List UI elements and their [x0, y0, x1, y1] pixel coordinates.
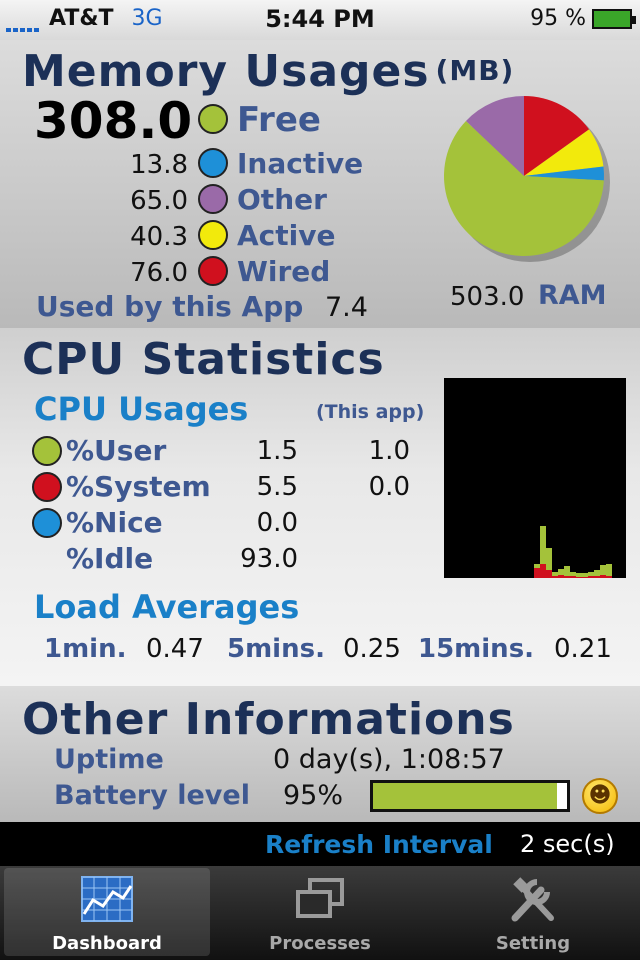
memory-row-value: 65.0 [130, 186, 188, 216]
windows-icon [296, 878, 344, 918]
free-color-dot [198, 104, 228, 134]
cpu-graph-system-bar [540, 564, 546, 578]
cpu-row-app-value: 0.0 [368, 472, 410, 502]
cpu-title: CPU Statistics [22, 334, 385, 385]
cpu-graph-user-bar [588, 572, 594, 576]
cpu-graph-system-bar [588, 576, 594, 578]
cpu-graph-user-bar [552, 572, 558, 576]
used-by-app-label: Used by this App [36, 290, 304, 323]
cpu-graph-user-bar [534, 564, 540, 568]
cpu-graph-user-bar [564, 566, 570, 576]
cpu-row-color-dot [32, 472, 62, 502]
cpu-row-label: %User [66, 434, 167, 467]
load-average-label: 5mins. [227, 634, 325, 664]
cpu-graph-system-bar [552, 576, 558, 578]
cpu-graph-system-bar [564, 576, 570, 578]
refresh-interval-value[interactable]: 2 sec(s) [520, 830, 615, 858]
tab-processes[interactable]: Processes [217, 868, 423, 956]
cpu-usages-header: CPU Usages [34, 390, 249, 428]
smiley-icon: ☻ [582, 778, 618, 814]
cpu-row-label: %Nice [66, 506, 163, 539]
cpu-graph-user-bar [606, 564, 612, 576]
uptime-label: Uptime [54, 744, 164, 775]
cpu-graph-system-bar [558, 575, 564, 578]
memory-title: Memory Usages (MB) [22, 46, 515, 97]
memory-row-color-dot [198, 256, 228, 286]
load-average-value: 0.47 [146, 634, 204, 664]
memory-row-value: 40.3 [130, 222, 188, 252]
tab-processes-label: Processes [269, 933, 371, 954]
used-by-app-value: 7.4 [325, 292, 368, 323]
memory-row-color-dot [198, 220, 228, 250]
cpu-history-graph [444, 378, 626, 578]
memory-row-color-dot [198, 148, 228, 178]
status-bar: AT&T 3G 5:44 PM 95 % [0, 0, 640, 40]
free-value: 308.0 [34, 92, 193, 150]
battery-level-bar [370, 780, 570, 812]
cpu-graph-user-bar [600, 565, 606, 575]
cpu-graph-user-bar [594, 570, 600, 576]
tools-icon [511, 877, 554, 922]
cpu-graph-system-bar [534, 568, 540, 578]
memory-pie-chart [444, 96, 610, 262]
ram-value: 503.0 [450, 282, 525, 312]
tab-bar: Dashboard Processes Setting [0, 866, 640, 960]
cpu-graph-user-bar [546, 548, 552, 570]
memory-row-value: 76.0 [130, 258, 188, 288]
cpu-row-color-dot [32, 436, 62, 466]
memory-row-color-dot [198, 184, 228, 214]
memory-row-label: Wired [237, 255, 331, 288]
cpu-graph-system-bar [606, 576, 612, 578]
this-app-header: (This app) [316, 401, 425, 423]
cpu-row-app-value: 1.0 [368, 436, 410, 466]
load-average-label: 15mins. [418, 634, 535, 664]
load-averages-header: Load Averages [34, 588, 300, 626]
tab-setting[interactable]: Setting [430, 868, 636, 956]
cpu-row-value: 93.0 [240, 544, 298, 574]
refresh-interval-label: Refresh Interval [265, 830, 493, 859]
refresh-bar[interactable]: Refresh Interval 2 sec(s) [0, 822, 640, 866]
cpu-graph-user-bar [570, 572, 576, 576]
memory-row-label: Active [237, 219, 336, 252]
battery-level-value: 95% [283, 780, 344, 811]
memory-row-label: Inactive [237, 147, 364, 180]
memory-section: Memory Usages (MB) 308.0 Free 13.8 Inactiv… [0, 40, 640, 328]
free-label: Free [237, 100, 321, 140]
cpu-row-value: 5.5 [256, 472, 298, 502]
cpu-graph-user-bar [540, 526, 546, 564]
ram-label: RAM [538, 280, 607, 311]
tab-dashboard-label: Dashboard [52, 933, 162, 954]
load-average-label: 1min. [44, 634, 127, 664]
cpu-graph-system-bar [546, 570, 552, 578]
memory-row-label: Other [237, 183, 327, 216]
battery-level-fill [373, 783, 558, 809]
cpu-graph-user-bar [582, 573, 588, 577]
uptime-value: 0 day(s), 1:08:57 [273, 744, 505, 775]
cpu-row-value: 0.0 [256, 508, 298, 538]
cpu-graph-system-bar [576, 577, 582, 578]
load-average-value: 0.25 [343, 634, 401, 664]
cpu-graph-user-bar [576, 573, 582, 577]
cpu-graph-user-bar [558, 569, 564, 575]
cpu-graph-system-bar [600, 575, 606, 578]
battery-icon [592, 9, 636, 29]
cpu-row-color-dot [32, 508, 62, 538]
cpu-graph-system-bar [594, 576, 600, 578]
cpu-graph-system-bar [570, 576, 576, 578]
cpu-row-label: %System [66, 470, 211, 503]
tab-setting-label: Setting [495, 933, 571, 954]
battery-status: 95 % [530, 6, 636, 31]
tab-dashboard[interactable]: Dashboard [4, 868, 210, 956]
cpu-row-value: 1.5 [256, 436, 298, 466]
memory-row-value: 13.8 [130, 150, 188, 180]
other-title: Other Informations [22, 694, 515, 745]
cpu-graph-system-bar [582, 577, 588, 578]
load-average-value: 0.21 [554, 634, 612, 664]
battery-level-label: Battery level [54, 780, 250, 811]
chart-icon [81, 876, 133, 922]
battery-percent: 95 % [530, 6, 586, 31]
cpu-row-label: %Idle [66, 542, 154, 575]
memory-unit: (MB) [435, 54, 515, 87]
